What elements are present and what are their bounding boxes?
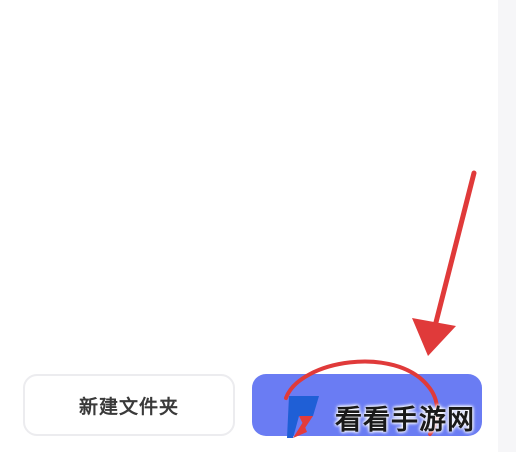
watermark: 看看手游网 xyxy=(283,392,475,442)
new-folder-button[interactable]: 新建文件夹 xyxy=(23,374,235,436)
content-area xyxy=(0,0,498,360)
screen: 新建文件夹 看看手游网 xyxy=(0,0,516,452)
kk-logo-icon xyxy=(287,396,319,438)
watermark-text: 看看手游网 xyxy=(335,404,475,436)
scroll-edge xyxy=(498,0,516,452)
